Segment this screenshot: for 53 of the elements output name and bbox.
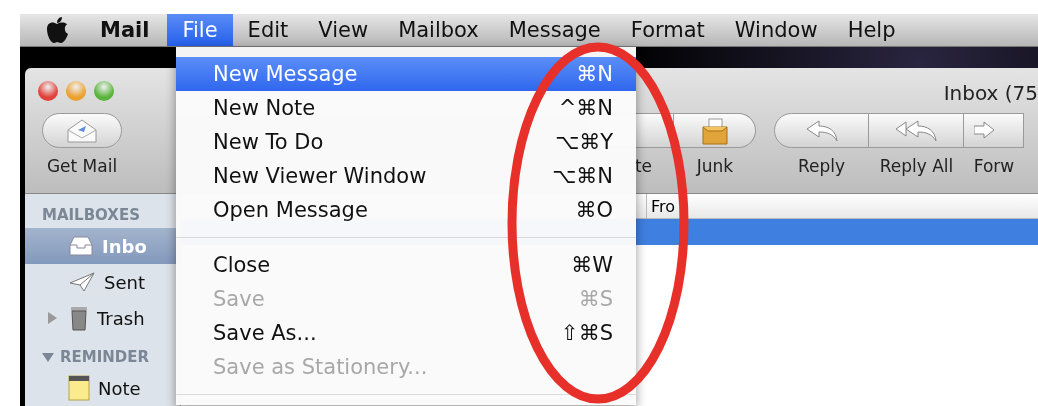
close-button[interactable] bbox=[38, 80, 58, 101]
menu-bar-item[interactable]: File bbox=[167, 14, 233, 46]
menu-bar-item[interactable]: Help bbox=[832, 14, 911, 46]
menu-bar-item[interactable]: Mailbox bbox=[383, 14, 494, 46]
menu-item[interactable]: New Message ⌘N bbox=[176, 57, 636, 91]
toolbar-button[interactable] bbox=[774, 113, 869, 148]
shortcut-label: ⌘S bbox=[578, 287, 613, 311]
trash-can-icon bbox=[69, 305, 89, 331]
window-title: Inbox (75 bbox=[943, 79, 1038, 105]
app-menu[interactable]: Mail bbox=[85, 14, 168, 46]
section-heading: MAILBOXES bbox=[42, 206, 140, 224]
section-heading: REMINDER bbox=[60, 348, 150, 366]
toolbar-label: Get Mail bbox=[46, 156, 118, 176]
apple-icon bbox=[45, 16, 69, 44]
shortcut-label: ⌘N bbox=[576, 62, 613, 86]
paper-plane-icon bbox=[68, 271, 96, 293]
column-header[interactable]: Fro bbox=[646, 194, 1038, 218]
toolbar-label: te bbox=[634, 156, 652, 176]
toolbar-label: Reply All bbox=[879, 156, 954, 176]
menu-item[interactable]: Open Message ⌘O bbox=[176, 193, 636, 227]
shortcut-label: ⌥⌘Y bbox=[554, 130, 613, 154]
toolbar-button[interactable] bbox=[42, 113, 122, 148]
sidebar-label: Inbo bbox=[102, 235, 147, 257]
bag-icon bbox=[699, 115, 730, 146]
toolbar-label: Forw bbox=[973, 156, 1015, 176]
zoom-button[interactable] bbox=[94, 80, 114, 101]
toolbar-label: Junk bbox=[696, 156, 734, 176]
reply-all-arrow-icon bbox=[894, 118, 938, 143]
menu-item[interactable]: New To Do ⌥⌘Y bbox=[176, 125, 636, 159]
menu-bar-item[interactable]: Edit bbox=[232, 14, 304, 46]
menu-item[interactable]: New Note ^⌘N bbox=[176, 91, 636, 125]
shortcut-label: ⇧⌘S bbox=[561, 321, 613, 345]
toolbar-label: Reply bbox=[797, 156, 846, 176]
menu-bar-item[interactable]: Window bbox=[719, 14, 833, 46]
menu-bar-item[interactable]: Format bbox=[615, 14, 720, 46]
sidebar-label: Trash bbox=[97, 307, 145, 329]
sidebar-label: Sent bbox=[104, 271, 145, 293]
shortcut-label: ⌘W bbox=[571, 253, 613, 277]
shortcut-label: ^⌘N bbox=[558, 96, 613, 120]
reply-arrow-icon bbox=[804, 118, 839, 143]
tray-icon bbox=[68, 235, 94, 257]
notepad-icon bbox=[68, 375, 90, 401]
minimize-button[interactable] bbox=[66, 80, 86, 101]
menu-item[interactable]: New Viewer Window ⌥⌘N bbox=[176, 159, 636, 193]
menu-bar-item[interactable]: View bbox=[303, 14, 384, 46]
toolbar-button[interactable] bbox=[674, 113, 756, 148]
menu-bar-item[interactable]: Message bbox=[493, 14, 616, 46]
envelope-icon bbox=[66, 117, 98, 144]
toolbar-button[interactable] bbox=[869, 113, 964, 148]
toolbar-button[interactable] bbox=[964, 113, 1024, 148]
sidebar-label: Note bbox=[98, 377, 141, 399]
shortcut-label: ⌥⌘N bbox=[552, 164, 613, 188]
shortcut-label: ⌘O bbox=[575, 198, 613, 222]
